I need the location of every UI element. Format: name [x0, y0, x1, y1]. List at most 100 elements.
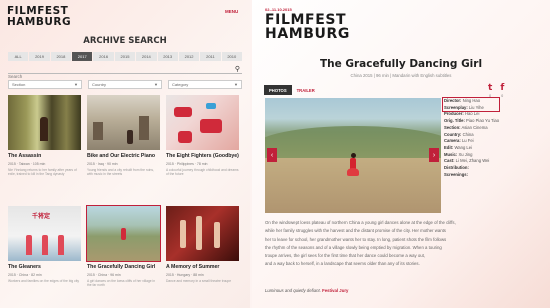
detail-row: Music: Xu Jing [444, 151, 473, 157]
dancer-figure [347, 153, 359, 179]
facebook-share[interactable]: f 0 [500, 84, 504, 99]
country-select[interactable]: Country ▼ [88, 80, 162, 89]
synopsis-line: On the windswept loess plateau of northe… [265, 220, 456, 225]
film-title[interactable]: The Eight Fighters (Goodbye) [166, 153, 239, 159]
quote-text: Luminous and quietly defiant. [265, 288, 321, 293]
filter-row: Section ▼ Country ▼ Category ▼ [8, 80, 242, 89]
chevron-down-icon: ▼ [154, 82, 158, 87]
year-filter-bar: ALL 2019 2018 2017 2016 2015 2014 2013 2… [8, 52, 242, 61]
film-meta: 2015 · Iraq · 90 min [87, 162, 118, 167]
film-details: Director: Ning Hao Screenplay: Liu Yihe … [442, 97, 544, 178]
year-button[interactable]: 2014 [136, 52, 157, 61]
film-title[interactable]: The Gleaners [8, 264, 81, 270]
twitter-icon[interactable]: t [488, 84, 492, 93]
synopsis: On the windswept loess plateau of northe… [265, 219, 541, 269]
year-button[interactable]: 2016 [93, 52, 114, 61]
film-title-heading: The Gracefully Dancing Girl [319, 58, 483, 70]
festival-logo[interactable]: FILMFEST HAMBURG [265, 13, 350, 41]
film-card[interactable]: The Assassin 2015 · Taiwan · 105 min Nie… [8, 95, 81, 177]
film-description: Young friends and a city rebuilt from th… [87, 167, 154, 177]
detail-row: Screenings: [444, 171, 468, 177]
tab-trailer[interactable]: TRAILER [292, 85, 320, 95]
film-thumbnail[interactable] [86, 205, 161, 262]
chevron-down-icon: ▼ [74, 82, 78, 87]
year-button[interactable]: 2010 [221, 52, 242, 61]
select-label: Category [172, 82, 189, 87]
press-quote: Luminous and quietly defiant. Festival J… [265, 288, 348, 293]
year-button[interactable]: 2011 [200, 52, 221, 61]
film-description: Dance and memory in a small theatre trou… [166, 278, 232, 283]
film-thumbnail[interactable] [87, 95, 160, 150]
year-button[interactable]: 2015 [114, 52, 136, 61]
tab-photos[interactable]: PHOTOS [264, 85, 292, 95]
detail-row: Orig. Title: Piao Piao Yu Tiao [444, 118, 500, 124]
search-icon[interactable]: ⚲ [235, 65, 240, 74]
film-thumbnail[interactable] [166, 95, 239, 150]
film-title[interactable]: Bike and Our Electric Piano [87, 153, 160, 159]
detail-row: Distribution: [444, 165, 469, 171]
film-detail-page: 02.-11.10.2015 FILMFEST HAMBURG The Grac… [252, 0, 550, 308]
category-select[interactable]: Category ▼ [168, 80, 242, 89]
synopsis-line: and a way back to herself, in a landscap… [265, 261, 420, 267]
film-description: A girl dances on the loess cliffs of her… [87, 278, 156, 288]
film-meta: 2015 · China · 96 min [87, 273, 121, 278]
film-meta: 2015 · Philippines · 78 min [166, 162, 208, 167]
media-tabs: PHOTOS TRAILER [264, 85, 320, 95]
film-card[interactable]: The Eight Fighters (Goodbye) 2015 · Phil… [166, 95, 239, 177]
year-button[interactable]: 2013 [157, 52, 178, 61]
detail-row: Camera: Lu Fei [444, 138, 474, 144]
select-label: Country [92, 82, 107, 87]
film-card[interactable]: 千将定 The Gleaners 2015 · China · 82 min W… [8, 206, 81, 283]
film-meta: 2015 · China · 82 min [8, 273, 42, 278]
film-title[interactable]: The Assassin [8, 153, 81, 159]
search-bar: ⚲ [8, 65, 242, 81]
archive-page: FILMFEST HAMBURG MENU ARCHIVE SEARCH ALL… [0, 0, 250, 308]
detail-row: Edit: Wang Lei [444, 144, 473, 150]
detail-row: Section: Asian Cinema [444, 124, 488, 130]
year-button[interactable]: 2018 [50, 52, 72, 61]
festival-logo[interactable]: FILMFEST HAMBURG [7, 6, 71, 27]
film-title[interactable]: The Gracefully Dancing Girl [87, 264, 160, 270]
highlight-box [442, 97, 500, 112]
chevron-right-icon[interactable]: › [429, 148, 439, 162]
year-button[interactable]: 2012 [178, 52, 200, 61]
twitter-share[interactable]: t 0 [488, 84, 492, 99]
year-button[interactable]: 2019 [29, 52, 50, 61]
logo-line1: FILMFEST [265, 12, 347, 28]
chevron-left-icon[interactable]: ‹ [267, 148, 277, 162]
detail-row: Producer: Hao Lei [444, 111, 480, 117]
film-card[interactable]: A Memory of Summer 2015 · Hungary · 88 m… [166, 206, 239, 283]
film-thumbnail[interactable]: 千将定 [8, 206, 81, 261]
synopsis-line: the rhythm of the seasons and of a villa… [265, 244, 442, 250]
detail-row: Cast: Li Mei, Zhang Wei [444, 158, 490, 164]
logo-line2: HAMBURG [265, 26, 350, 42]
film-card-selected[interactable]: The Gracefully Dancing Girl 2015 · China… [86, 205, 161, 288]
page-title: ARCHIVE SEARCH [83, 36, 167, 46]
synopsis-line: her to leave for school, her grandmother… [265, 236, 447, 242]
quote-source-link[interactable]: Festival Jury [322, 288, 348, 293]
logo-line2: HAMBURG [7, 15, 72, 28]
film-description: Workers and families on the edges of the… [8, 278, 80, 283]
detail-row: Country: China [444, 131, 474, 137]
menu-link[interactable]: MENU [225, 9, 238, 14]
film-description: A colourful journey through childhood an… [166, 167, 239, 177]
synopsis-line: troupe arrives, the girl sees for the fi… [265, 253, 426, 259]
film-thumbnail[interactable] [8, 95, 81, 150]
film-thumbnail[interactable] [166, 206, 239, 261]
film-still: ‹ › [265, 98, 441, 213]
select-label: Section [12, 82, 26, 87]
synopsis-line: while her family struggles with the harv… [265, 228, 446, 234]
share-bar: t 0 f 0 [488, 84, 504, 99]
section-select[interactable]: Section ▼ [8, 80, 82, 89]
chevron-down-icon: ▼ [234, 82, 238, 87]
film-subline: China 2015 | 96 min | Mandarin with Engl… [350, 73, 452, 78]
film-card[interactable]: Bike and Our Electric Piano 2015 · Iraq … [87, 95, 160, 177]
film-description: Nie Yinniang returns to her family after… [8, 167, 77, 177]
facebook-icon[interactable]: f [500, 84, 504, 93]
year-button-active[interactable]: 2017 [72, 52, 93, 61]
logo-line1: FILMFEST [7, 5, 69, 17]
film-meta: 2015 · Hungary · 88 min [166, 273, 204, 278]
film-meta: 2015 · Taiwan · 105 min [8, 162, 46, 167]
year-button[interactable]: ALL [8, 52, 29, 61]
film-title[interactable]: A Memory of Summer [166, 264, 239, 270]
